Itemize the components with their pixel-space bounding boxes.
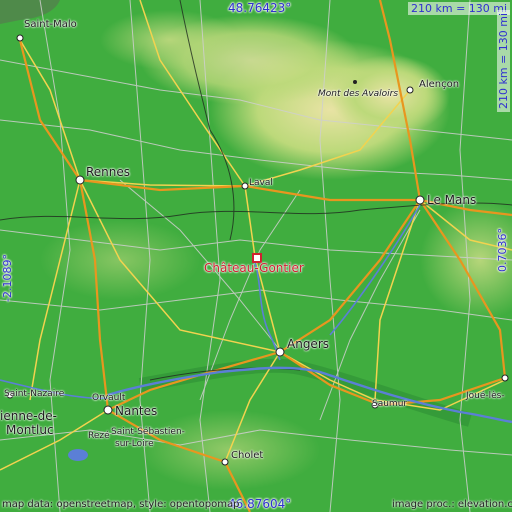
city-label-blain-partial: ienne-de- xyxy=(0,409,57,423)
city-label-reze: Rezé xyxy=(88,431,110,441)
city-label-orvault: Orvault xyxy=(92,393,126,403)
city-label-saint-sebastien: Saint-Sébastien- xyxy=(111,427,185,437)
city-label-nantes: Nantes xyxy=(115,404,158,418)
city-label-alencon: Alençon xyxy=(419,79,460,90)
peak-label-mont-des-avaloirs: Mont des Avaloirs xyxy=(318,89,399,99)
coord-west: -2.1089° xyxy=(1,254,14,302)
city-label-joue-les-tours: Joué-lès- xyxy=(466,391,505,401)
credit-image-proc: image proc.: elevation.city xyxy=(392,499,512,510)
city-label-montluc: Montluc xyxy=(6,423,54,437)
city-label-laval: Laval xyxy=(249,178,273,188)
terrain-map: Saint-Malo Alençon Mont des Avaloirs Ren… xyxy=(0,0,512,512)
city-label-rennes: Rennes xyxy=(86,165,131,179)
map-base xyxy=(0,0,512,512)
coord-east: 0.7036° xyxy=(496,228,509,272)
city-label-cholet: Cholet xyxy=(231,450,264,461)
target-city-label: Château-Gontier xyxy=(204,261,304,275)
upland-northwest xyxy=(100,10,240,70)
credit-map-data: map data: openstreetmap, style: opentopo… xyxy=(2,499,240,510)
scale-vertical: 210 km = 130 mi xyxy=(497,9,510,112)
city-label-saumur: Saumur xyxy=(372,399,408,409)
lake xyxy=(68,449,88,461)
scale-horizontal: 210 km = 130 mi xyxy=(408,2,511,15)
city-label-angers: Angers xyxy=(287,337,329,351)
city-label-saint-malo: Saint-Malo xyxy=(24,19,77,30)
city-label-sur-loire: sur-Loire xyxy=(115,439,154,449)
city-label-le-mans: Le Mans xyxy=(427,193,477,207)
city-label-saint-nazaire: Saint-Nazaire xyxy=(4,389,65,399)
coord-north: 48.76423° xyxy=(228,1,292,15)
